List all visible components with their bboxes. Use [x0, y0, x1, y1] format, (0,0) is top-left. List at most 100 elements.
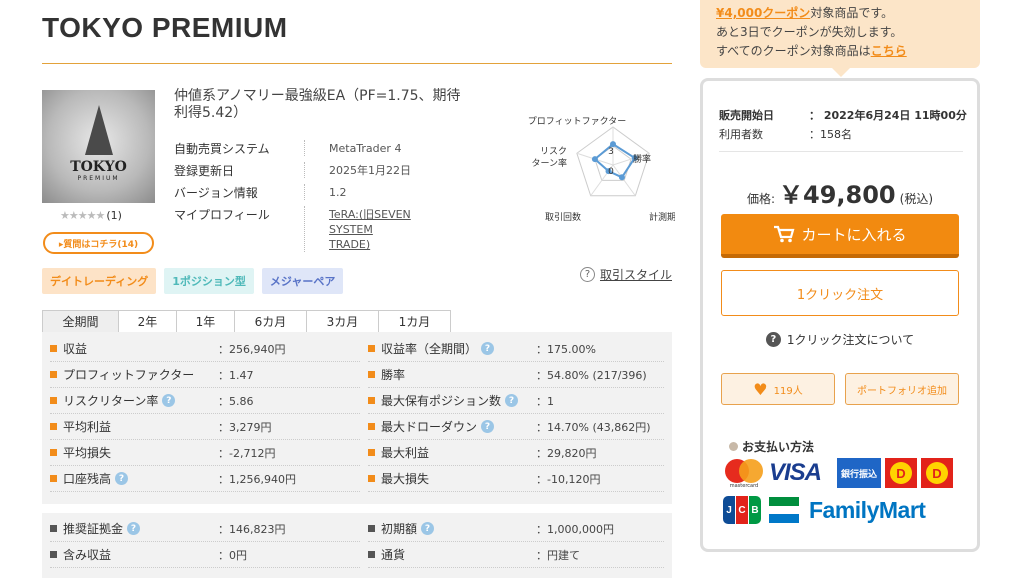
- stat-cell: 最大保有ポジション数? ：1: [368, 388, 664, 414]
- add-to-cart-button[interactable]: カートに入れる: [721, 214, 959, 258]
- familymart-logo: FamilyMart: [809, 496, 926, 523]
- familymart-mark: [769, 497, 799, 523]
- trade-style-link[interactable]: ? 取引スタイル: [579, 266, 672, 283]
- coupon-text: 対象商品です。: [810, 6, 894, 20]
- price-label: 価格:: [746, 192, 776, 206]
- payment-heading-label: お支払い方法: [742, 440, 815, 454]
- stat-label: 最大損失: [381, 472, 430, 486]
- coupon-line3: すべてのクーポン対象商品はこちら: [716, 42, 964, 61]
- tab-1y[interactable]: 1年: [176, 310, 235, 332]
- tag-one-position[interactable]: 1ポジション型: [164, 268, 254, 294]
- stats-row: 推奨証拠金? ：146,823円 初期額? ：1,000,000円: [50, 516, 664, 542]
- tab-3m[interactable]: 3カ月: [306, 310, 379, 332]
- radar-axis-label: プロフィットファクター: [528, 116, 626, 127]
- bullet-icon: [729, 442, 738, 451]
- help-icon[interactable]: ?: [421, 522, 435, 535]
- help-icon[interactable]: ?: [162, 394, 176, 407]
- stat-cell: 口座残高? ：1,256,940円: [50, 466, 360, 492]
- stat-label: 通貨: [381, 548, 406, 562]
- tag-major-pair[interactable]: メジャーペア: [261, 268, 344, 294]
- stat-value: ：146,823円: [218, 522, 286, 536]
- payment-logos: mastercard VISA 銀行振込 D D JCB FamilyMart: [723, 458, 967, 532]
- start-value: ： 2022年6月24日 11時00分: [809, 108, 967, 122]
- bullet-icon: [50, 423, 57, 430]
- radar-axis-label: 計測期間: [649, 211, 675, 223]
- trade-style-label: 取引スタイル: [599, 268, 672, 282]
- bank-transfer-logo: 銀行振込: [837, 458, 881, 488]
- coupon-amount[interactable]: ¥4,000クーポン: [716, 6, 810, 20]
- bullet-icon: [50, 371, 57, 378]
- d-payment-mark: D: [890, 462, 912, 484]
- bullet-icon: [368, 371, 375, 378]
- tab-1m[interactable]: 1カ月: [378, 310, 451, 332]
- stat-label: 勝率: [381, 368, 406, 382]
- help-icon[interactable]: ?: [115, 472, 129, 485]
- stat-cell: リスクリターン率? ：5.86: [50, 388, 360, 414]
- help-icon[interactable]: ?: [481, 420, 495, 433]
- info-row: 自動売買システム MetaTrader 4: [174, 140, 414, 162]
- bullet-icon: [368, 551, 375, 558]
- page-title: TOKYO PREMIUM: [42, 12, 288, 43]
- coupon-link[interactable]: こちら: [871, 44, 907, 58]
- thumb-subtitle: PREMIUM: [77, 175, 120, 182]
- radar-axis-label: ターン率: [531, 157, 567, 169]
- start-label: 販売開始日: [719, 108, 774, 122]
- bullet-icon: [368, 525, 375, 532]
- star-icons: ★★★★★: [60, 209, 105, 222]
- stat-label: 含み収益: [63, 548, 112, 562]
- stat-value: ：1,000,000円: [536, 522, 614, 536]
- favorite-count: 119人: [773, 385, 803, 397]
- coupon-pointer: [832, 68, 850, 77]
- review-count: (1): [106, 209, 122, 222]
- secondary-actions: ♥ 119人 ポートフォリオ追加: [721, 373, 959, 405]
- rating-stars[interactable]: ★★★★★ (1): [60, 209, 122, 222]
- help-icon[interactable]: ?: [505, 394, 519, 407]
- stat-cell: 収益率（全期間）? ：175.00%: [368, 336, 664, 362]
- product-thumbnail[interactable]: TOKYO PREMIUM: [42, 90, 155, 203]
- info-value: 1.2: [304, 184, 347, 200]
- bullet-icon: [368, 345, 375, 352]
- tag-daytrading[interactable]: デイトレーディング: [42, 268, 157, 294]
- favorite-button[interactable]: ♥ 119人: [721, 373, 835, 405]
- tab-all[interactable]: 全期間: [42, 310, 119, 332]
- stat-cell: プロフィットファクター ：1.47: [50, 362, 360, 388]
- ea-name: 仲値系アノマリー最強級EA（PF=1.75、期待利得5.42）: [174, 88, 461, 121]
- tab-6m[interactable]: 6カ月: [234, 310, 307, 332]
- info-label: 自動売買システム: [174, 142, 270, 156]
- radar-axis-label: 勝率: [633, 153, 651, 165]
- profile-link[interactable]: TeRA:(旧SEVEN SYSTEM TRADE): [329, 208, 411, 251]
- bullet-icon: [50, 475, 57, 482]
- stat-value: ：14.70% (43,862円): [536, 420, 651, 434]
- info-row: 登録更新日 2025年1月22日: [174, 162, 414, 184]
- stat-label: 平均利益: [63, 420, 112, 434]
- stat-cell: 通貨 ：円建て: [368, 542, 664, 568]
- heart-icon: ♥: [753, 379, 768, 399]
- tab-2y[interactable]: 2年: [118, 310, 177, 332]
- about-one-click-link[interactable]: ? 1クリック注文について: [703, 331, 977, 348]
- mastercard-text: mastercard: [729, 483, 759, 489]
- stat-cell: 最大損失 ：-10,120円: [368, 466, 664, 492]
- payment-logo-row: mastercard VISA 銀行振込 D D: [723, 458, 967, 489]
- add-portfolio-button[interactable]: ポートフォリオ追加: [845, 373, 959, 405]
- coupon-line1: ¥4,000クーポン対象商品です。: [716, 4, 964, 23]
- jcb-logo: JCB: [723, 496, 761, 524]
- tower-icon: [84, 105, 113, 155]
- radar-scale-label: 0: [608, 167, 614, 177]
- price-value: ￥49,800: [779, 181, 896, 209]
- visa-logo: VISA: [769, 459, 822, 486]
- help-icon[interactable]: ?: [481, 342, 495, 355]
- questions-button[interactable]: ▸質問はコチラ(14): [43, 232, 154, 254]
- stat-value: ：5.86: [218, 394, 254, 408]
- one-click-order-button[interactable]: 1クリック注文: [721, 270, 959, 316]
- product-info: 自動売買システム MetaTrader 4 登録更新日 2025年1月22日 バ…: [174, 140, 414, 252]
- cart-label: カートに入れる: [801, 225, 907, 244]
- stats-row: 平均損失 ：-2,712円 最大利益 ：29,820円: [50, 440, 664, 466]
- price-tax: (税込): [899, 192, 934, 206]
- stat-label: 初期額?: [381, 520, 536, 537]
- help-icon[interactable]: ?: [127, 522, 141, 535]
- coupon-banner: ¥4,000クーポン対象商品です。 あと3日でクーポンが失効します。 すべてのク…: [700, 0, 980, 68]
- d-payment-mark: D: [926, 462, 948, 484]
- mastercard-logo: mastercard: [723, 458, 765, 489]
- bullet-icon: [50, 551, 57, 558]
- stat-label: 最大利益: [381, 446, 430, 460]
